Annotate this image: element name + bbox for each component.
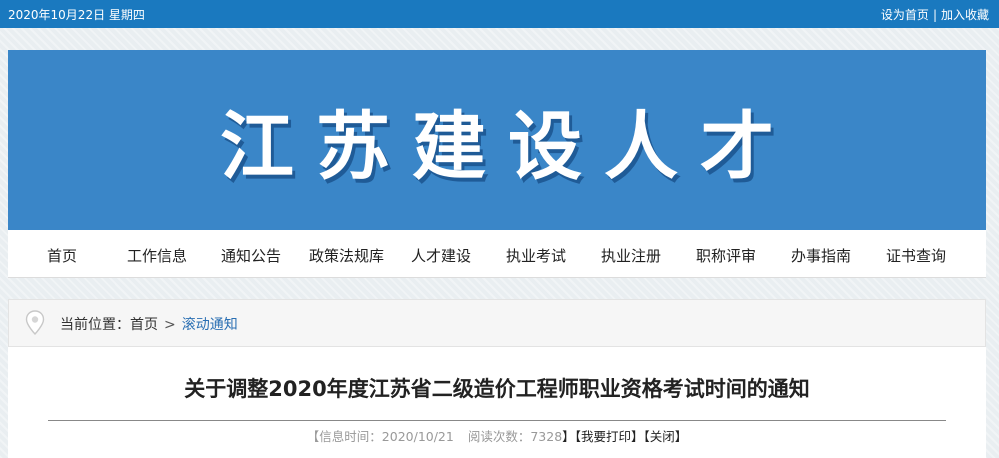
article-panel: 关于调整2020年度江苏省二级造价工程师职业资格考试时间的通知 【信息时间：20… — [8, 347, 986, 458]
nav-item-policy-library[interactable]: 政策法规库 — [309, 245, 384, 266]
info-time-value: 2020/10/21 — [381, 429, 454, 444]
nav-item-notices[interactable]: 通知公告 — [221, 245, 281, 266]
breadcrumb-trail: 当前位置：首页 > 滚动通知 — [60, 314, 238, 334]
nav-item-certificate-query[interactable]: 证书查询 — [886, 245, 946, 266]
article-meta: 【信息时间：2020/10/21 阅读次数：7328】【我要打印】【关闭】 — [8, 426, 986, 445]
info-time-label: 【信息时间： — [306, 429, 382, 444]
nav-item-practice-exam[interactable]: 执业考试 — [506, 245, 566, 266]
current-date: 2020年10月22日 星期四 — [8, 8, 145, 22]
title-divider — [48, 420, 946, 421]
nav-item-service-guide[interactable]: 办事指南 — [791, 245, 851, 266]
view-count-value: 7328 — [530, 429, 563, 444]
nav-item-talent-building[interactable]: 人才建设 — [411, 245, 471, 266]
site-logo-text[interactable]: 江苏建设人才 — [198, 87, 796, 194]
meta-close-bracket: 】 — [562, 429, 575, 444]
breadcrumb-separator: > — [164, 317, 176, 333]
article-title: 关于调整2020年度江苏省二级造价工程师职业资格考试时间的通知 — [184, 377, 810, 401]
top-links: 设为首页 | 加入收藏 — [881, 6, 989, 23]
top-links-separator: | — [932, 8, 937, 22]
nav-item-title-review[interactable]: 职称评审 — [696, 245, 756, 266]
top-bar: 2020年10月22日 星期四 设为首页 | 加入收藏 — [0, 0, 999, 28]
breadcrumb-current-link[interactable]: 滚动通知 — [182, 317, 238, 333]
add-bookmark-link[interactable]: 加入收藏 — [941, 8, 989, 22]
nav-item-home[interactable]: 首页 — [47, 245, 77, 266]
nav-item-practice-registration[interactable]: 执业注册 — [601, 245, 661, 266]
print-link[interactable]: 【我要打印】 — [575, 429, 644, 444]
close-link[interactable]: 【关闭】 — [643, 429, 687, 444]
breadcrumb-home-link[interactable]: 首页 — [130, 317, 158, 333]
main-nav: 首页 工作信息 通知公告 政策法规库 人才建设 执业考试 执业注册 职称评审 办… — [8, 230, 986, 278]
nav-item-work-info[interactable]: 工作信息 — [127, 245, 187, 266]
site-banner: 江苏建设人才 — [8, 50, 986, 230]
set-homepage-link[interactable]: 设为首页 — [881, 8, 929, 22]
location-pin-icon — [25, 310, 45, 336]
breadcrumb-label: 当前位置： — [60, 317, 130, 333]
view-count-label: 阅读次数： — [467, 429, 531, 444]
breadcrumb: 当前位置：首页 > 滚动通知 — [8, 299, 986, 347]
